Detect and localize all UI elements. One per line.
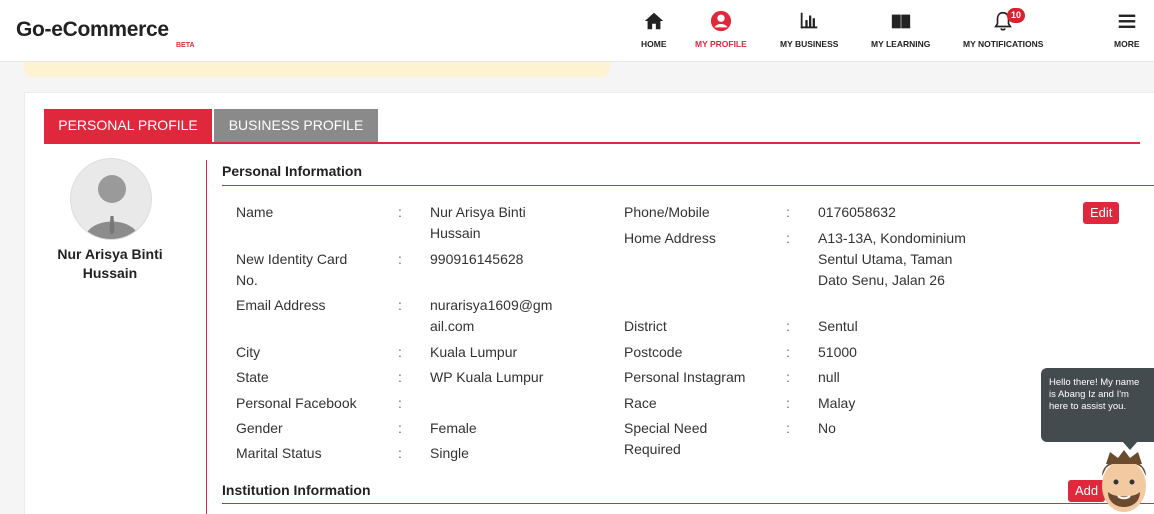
field-value: 51000 xyxy=(818,344,857,360)
institution-info-divider xyxy=(222,503,1154,504)
vertical-divider xyxy=(206,160,207,514)
tab-business-profile[interactable]: BUSINESS PROFILE xyxy=(214,109,378,142)
field-value: A13-13A, Kondominium Sentul Utama, Taman… xyxy=(818,230,966,288)
field-value: Malay xyxy=(818,395,856,411)
beta-badge: BETA xyxy=(176,42,195,49)
field-value: Nur Arisya Binti Hussain xyxy=(430,204,526,241)
field-separator: : xyxy=(786,204,790,220)
field-separator: : xyxy=(398,420,402,436)
field-label: New Identity Card No. xyxy=(236,251,348,288)
field-label: District xyxy=(624,318,667,334)
field-separator: : xyxy=(786,230,790,246)
notice-strip xyxy=(24,62,610,77)
brand-logo[interactable]: Go-eCommerce xyxy=(16,18,169,42)
field-separator: : xyxy=(398,251,402,267)
field-separator: : xyxy=(398,204,402,220)
field-value: Sentul xyxy=(818,318,858,334)
field-value: 990916145628 xyxy=(430,251,524,267)
nav-home-label: HOME xyxy=(641,39,667,49)
avatar xyxy=(70,158,152,240)
field-value: Single xyxy=(430,445,469,461)
nav-my-learning[interactable]: MY LEARNING xyxy=(871,10,930,49)
field-label: Personal Facebook xyxy=(236,395,357,411)
field-label: Gender xyxy=(236,420,283,436)
field-separator: : xyxy=(786,369,790,385)
nav-my-notifications-label: MY NOTIFICATIONS xyxy=(963,39,1044,49)
field-value: No xyxy=(818,420,836,436)
mascot-avatar-icon[interactable] xyxy=(1094,446,1154,514)
field-separator: : xyxy=(398,297,402,313)
field-value: Female xyxy=(430,420,477,436)
field-value: nurarisya1609@gmail.com xyxy=(430,297,553,334)
personal-info-divider xyxy=(222,185,1154,186)
field-label: Marital Status xyxy=(236,445,322,461)
edit-button[interactable]: Edit xyxy=(1083,202,1120,224)
nav-my-profile-label: MY PROFILE xyxy=(695,39,747,49)
field-separator: : xyxy=(398,395,402,411)
nav-my-learning-label: MY LEARNING xyxy=(871,39,931,49)
field-label: Postcode xyxy=(624,344,683,360)
field-label: City xyxy=(236,344,261,360)
field-label: State xyxy=(236,369,269,385)
institution-info-title: Institution Information xyxy=(222,482,371,498)
field-separator: : xyxy=(398,369,402,385)
nav-my-profile[interactable]: MY PROFILE xyxy=(695,10,747,49)
field-separator: : xyxy=(398,344,402,360)
hamburger-icon xyxy=(1118,14,1135,28)
field-separator: : xyxy=(786,344,790,360)
bar-chart-icon xyxy=(800,12,818,29)
field-label: Special Need Required xyxy=(624,420,708,457)
profile-name: Nur Arisya Binti Hussain xyxy=(57,246,163,281)
personal-info-title: Personal Information xyxy=(222,163,363,179)
nav-home[interactable]: HOME xyxy=(641,10,667,49)
nav-more[interactable]: MORE xyxy=(1114,10,1140,49)
book-icon xyxy=(891,14,910,29)
home-icon xyxy=(644,12,663,30)
field-label: Race xyxy=(624,395,657,411)
notification-count-badge: 10 xyxy=(1007,8,1026,23)
field-separator: : xyxy=(786,420,790,436)
user-circle-icon xyxy=(710,10,731,32)
nav-my-business-label: MY BUSINESS xyxy=(780,39,839,49)
field-separator: : xyxy=(786,395,790,411)
field-label: Name xyxy=(236,204,274,220)
tab-personal-profile[interactable]: PERSONAL PROFILE xyxy=(44,109,212,142)
field-label: Email Address xyxy=(236,297,326,313)
field-label: Home Address xyxy=(624,230,716,246)
field-value: 0176058632 xyxy=(818,204,896,220)
field-separator: : xyxy=(786,318,790,334)
field-label: Personal Instagram xyxy=(624,369,746,385)
user-silhouette-icon xyxy=(84,175,140,239)
field-value: WP Kuala Lumpur xyxy=(430,369,544,385)
nav-my-business[interactable]: MY BUSINESS xyxy=(780,10,838,49)
field-value: Kuala Lumpur xyxy=(430,344,518,360)
field-separator: : xyxy=(398,445,402,461)
tab-underline xyxy=(44,142,1140,144)
nav-my-notifications[interactable]: 10 MY NOTIFICATIONS xyxy=(963,8,1044,49)
field-label: Phone/Mobile xyxy=(624,204,710,220)
chat-bubble[interactable]: Hello there! My name is Abang Iz and I'm… xyxy=(1041,368,1154,442)
field-value: null xyxy=(818,369,840,385)
nav-more-label: MORE xyxy=(1114,39,1140,49)
